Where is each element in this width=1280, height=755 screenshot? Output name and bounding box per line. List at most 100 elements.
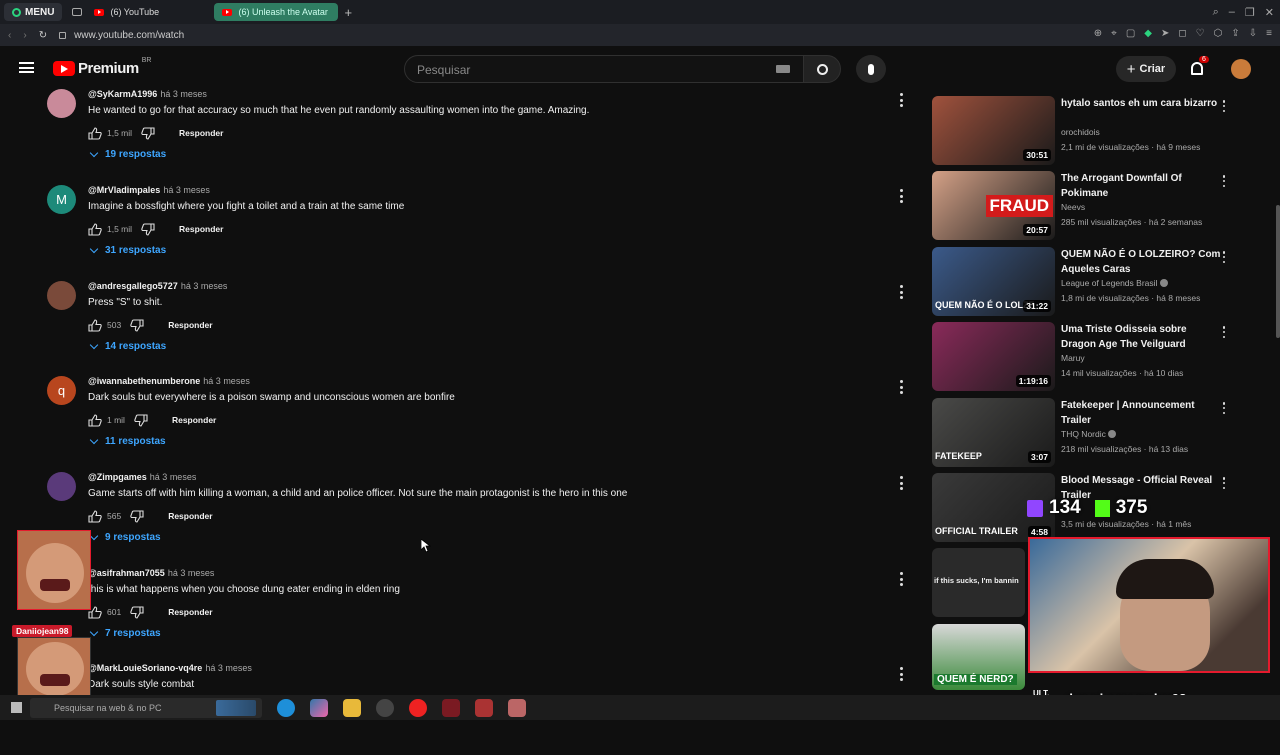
file-explorer-icon[interactable] [343, 698, 361, 717]
back-icon[interactable]: ‹ [8, 30, 11, 41]
view-replies-button[interactable]: 31 respostas [89, 244, 166, 256]
comment-time[interactable]: há 3 meses [181, 281, 228, 291]
comment-author[interactable]: @Zimpgames [88, 472, 147, 482]
forward-icon[interactable]: › [23, 30, 26, 41]
edge-icon[interactable] [277, 698, 295, 717]
comment-author[interactable]: @MarkLouieSoriano-vq4re [88, 663, 202, 673]
channel-name[interactable]: THQ Nordic [1061, 429, 1117, 439]
comment-time[interactable]: há 3 meses [205, 663, 252, 673]
reply-button[interactable]: Responder [179, 224, 223, 234]
create-button[interactable]: + Criar [1116, 56, 1176, 82]
like-icon[interactable] [88, 509, 102, 523]
related-video-item[interactable]: FATEKEEP 3:07 Fatekeeper | Announcement Tr… [932, 398, 1242, 470]
video-more-icon[interactable] [1220, 326, 1228, 338]
video-title[interactable]: QUEM NÃO É O LOLZEIRO? Com Aqueles Caras [1061, 247, 1221, 277]
youtube-logo[interactable]: Premium BR [53, 57, 151, 77]
share-icon[interactable]: ⇪ [1231, 28, 1239, 39]
media-player-icon[interactable] [409, 698, 427, 717]
tab-youtube[interactable]: (6) YouTube [86, 3, 210, 21]
reply-button[interactable]: Responder [172, 415, 216, 425]
shield-icon[interactable]: ◆ [1144, 28, 1152, 39]
comment-time[interactable]: há 3 meses [203, 376, 250, 386]
commenter-avatar[interactable]: M [47, 185, 76, 214]
heart-icon[interactable]: ♡ [1196, 28, 1205, 39]
keyboard-icon[interactable] [776, 65, 790, 73]
new-tab-icon[interactable]: + [344, 5, 352, 20]
comment-author[interactable]: @andresgallego5727 [88, 281, 178, 291]
dislike-icon[interactable] [130, 318, 144, 332]
reply-button[interactable]: Responder [168, 607, 212, 617]
commenter-avatar[interactable]: q [47, 376, 76, 405]
bookmark-icon[interactable]: ▢ [1126, 28, 1135, 39]
commenter-avatar[interactable] [47, 472, 76, 501]
comment-more-icon[interactable] [895, 572, 907, 586]
comment-more-icon[interactable] [895, 667, 907, 681]
reply-button[interactable]: Responder [168, 511, 212, 521]
like-icon[interactable] [88, 318, 102, 332]
video-more-icon[interactable] [1220, 175, 1228, 187]
view-replies-button[interactable]: 19 respostas [89, 148, 166, 160]
taskbar-search-input[interactable]: Pesquisar na web & no PC [30, 697, 262, 718]
url-field[interactable]: www.youtube.com/watch [74, 30, 184, 41]
account-avatar[interactable] [1231, 59, 1251, 79]
video-title[interactable]: The Arrogant Downfall Of Pokimane [1061, 171, 1221, 201]
comment-time[interactable]: há 3 meses [168, 568, 215, 578]
windows-start-icon[interactable] [11, 702, 22, 713]
channel-name[interactable]: Neevs [1061, 202, 1085, 212]
like-icon[interactable] [88, 126, 102, 140]
browser-menu-icon[interactable]: ≡ [1266, 28, 1272, 39]
comment-time[interactable]: há 3 meses [163, 185, 210, 195]
related-video-item[interactable]: 1:19:16 Uma Triste Odisseia sobre Dragon … [932, 322, 1242, 394]
commenter-avatar[interactable] [47, 89, 76, 118]
download-icon[interactable]: ⇩ [1249, 28, 1257, 39]
channel-name[interactable]: Maruy [1061, 353, 1085, 363]
steam-icon[interactable] [376, 698, 394, 717]
comment-author[interactable]: @MrVladimpales [88, 185, 160, 195]
comment-time[interactable]: há 3 meses [150, 472, 197, 482]
search-input[interactable]: Pesquisar [404, 55, 804, 83]
related-video-item[interactable]: if this sucks, I'm bannin [932, 548, 1025, 620]
comment-author[interactable]: @iwannabethenumberone [88, 376, 200, 386]
search-button[interactable] [803, 55, 841, 83]
view-replies-button[interactable]: 9 respostas [89, 531, 161, 543]
related-video-item[interactable]: 30:51 hytalo santos eh um cara bizarro oro… [932, 96, 1242, 168]
app-icon-2[interactable] [508, 698, 526, 717]
close-window-icon[interactable]: ✕ [1265, 6, 1274, 19]
notifications-button[interactable]: 6 [1189, 56, 1209, 78]
voice-search-button[interactable] [856, 55, 886, 83]
video-title[interactable]: Fatekeeper | Announcement Trailer [1061, 398, 1221, 428]
video-more-icon[interactable] [1220, 100, 1228, 112]
search-tabs-icon[interactable]: ⌕ [1213, 6, 1219, 19]
reply-button[interactable]: Responder [168, 320, 212, 330]
comment-more-icon[interactable] [895, 189, 907, 203]
video-title[interactable]: hytalo santos eh um cara bizarro [1061, 96, 1221, 111]
browser-menu-button[interactable]: MENU [4, 3, 63, 21]
send-icon[interactable]: ➤ [1161, 28, 1169, 39]
like-icon[interactable] [88, 413, 102, 427]
dislike-icon[interactable] [130, 605, 144, 619]
zoom-icon[interactable]: ⊕ [1094, 28, 1102, 39]
tab-active-video[interactable]: (6) Unleash the Avatar Ga [214, 3, 339, 21]
dislike-icon[interactable] [141, 222, 155, 236]
scrollbar[interactable] [1276, 205, 1280, 338]
dislike-icon[interactable] [141, 126, 155, 140]
like-icon[interactable] [88, 222, 102, 236]
hamburger-icon[interactable] [19, 62, 34, 73]
video-more-icon[interactable] [1220, 251, 1228, 263]
view-replies-button[interactable]: 7 respostas [89, 627, 161, 639]
channel-name[interactable]: orochidois [1061, 127, 1100, 137]
related-video-item[interactable]: QUEM NÃO É O LOLZE 31:22 QUEM NÃO É O LOLZ… [932, 247, 1242, 319]
commenter-avatar[interactable] [47, 281, 76, 310]
video-more-icon[interactable] [1220, 477, 1228, 489]
related-video-item[interactable]: FRAUD 20:57 The Arrogant Downfall Of Pokim… [932, 171, 1242, 243]
comment-author[interactable]: @asifrahman7055 [88, 568, 165, 578]
opera-icon[interactable] [442, 698, 460, 717]
app-icon[interactable] [475, 698, 493, 717]
dislike-icon[interactable] [134, 413, 148, 427]
video-title[interactable]: Uma Triste Odisseia sobre Dragon Age The… [1061, 322, 1221, 352]
comment-time[interactable]: há 3 meses [160, 89, 207, 99]
copilot-icon[interactable] [310, 698, 328, 717]
pin-icon[interactable]: ⌖ [1111, 28, 1117, 39]
comment-more-icon[interactable] [895, 476, 907, 490]
video-more-icon[interactable] [1220, 402, 1228, 414]
